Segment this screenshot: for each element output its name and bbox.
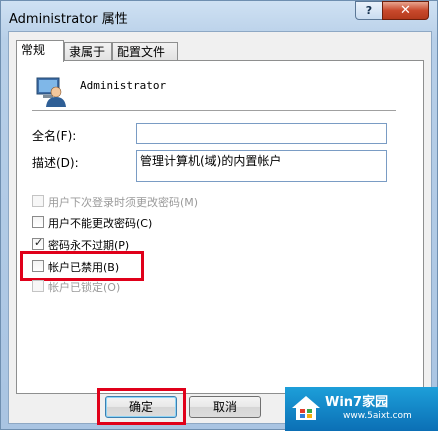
close-button[interactable]: ✕ [382, 1, 429, 20]
checkbox-box[interactable] [32, 195, 44, 207]
watermark-badge: Win7家园 www.5aixt.com [285, 387, 438, 431]
watermark-url: www.5aixt.com [343, 411, 412, 421]
description-label: 描述(D): [32, 156, 79, 170]
help-button[interactable]: ? [355, 1, 383, 20]
checkbox-label: 用户下次登录时须更改密码(M) [48, 196, 199, 209]
watermark-title: Win7家园 [325, 395, 389, 410]
checkbox-label: 帐户已锁定(O) [48, 281, 121, 294]
checkbox-label: 用户不能更改密码(C) [48, 217, 153, 230]
window-title: Administrator 属性 [9, 12, 128, 27]
checkbox-box[interactable] [32, 280, 44, 292]
cancel-button[interactable]: 取消 [189, 396, 261, 418]
description-field[interactable]: 管理计算机(域)的内置帐户 [136, 150, 387, 182]
general-panel: Administrator 全名(F): 描述(D): 管理计算机(域)的内置帐… [16, 60, 424, 394]
user-icon [36, 77, 66, 107]
checkbox-box[interactable] [32, 216, 44, 228]
highlight-box-ok [97, 388, 186, 425]
separator [32, 110, 396, 112]
tab-member-of[interactable]: 隶属于 [64, 42, 112, 61]
full-name-label: 全名(F): [32, 129, 77, 143]
properties-dialog: Administrator 属性 ? ✕ 常规 隶属于 配置文件 Adminis… [0, 0, 438, 431]
checkbox-box[interactable] [32, 236, 44, 250]
dialog-body: 常规 隶属于 配置文件 Administrator 全名(F): 描述(D): … [8, 31, 432, 425]
tab-general[interactable]: 常规 [16, 40, 64, 62]
tab-profile[interactable]: 配置文件 [112, 42, 178, 61]
title-bar[interactable]: Administrator 属性 ? ✕ [1, 1, 437, 31]
highlight-box-disabled [20, 251, 144, 281]
house-icon [292, 396, 320, 420]
user-name: Administrator [80, 79, 167, 92]
full-name-field[interactable] [136, 123, 387, 144]
